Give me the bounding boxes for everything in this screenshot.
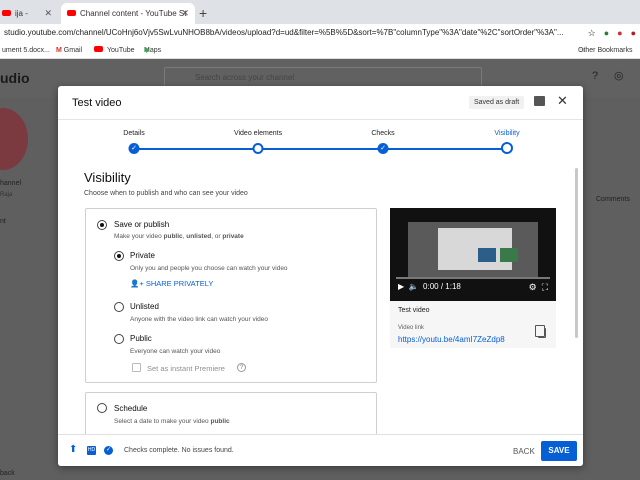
video-controls: ▶ 🔈 0:00 / 1:18 xyxy=(398,282,461,291)
step-check-icon[interactable]: ✓ xyxy=(377,143,389,154)
bookmarks-bar: ument 5.docx... M Gmail YouTube ◆ Maps ▭… xyxy=(0,42,640,59)
extension-icon[interactable]: ● xyxy=(604,28,609,38)
save-publish-radio[interactable] xyxy=(97,220,107,230)
save-or-publish-card: Save or publish Make your video public, … xyxy=(85,208,377,383)
upload-icon[interactable]: ⬆ xyxy=(69,444,78,455)
fullscreen-icon[interactable]: ⛶ xyxy=(542,282,548,292)
private-radio[interactable] xyxy=(114,251,124,261)
close-tab-icon[interactable]: ✕ xyxy=(44,3,52,24)
settings-icon[interactable]: ⚙ xyxy=(529,282,537,292)
channel-avatar xyxy=(0,108,28,170)
bookmark-gmail[interactable]: M Gmail xyxy=(56,42,82,59)
profile-icon[interactable]: ● xyxy=(631,28,636,38)
close-tab-icon[interactable]: ✕ xyxy=(181,3,189,24)
private-label[interactable]: Private xyxy=(130,251,155,260)
extension-icon-red[interactable]: ● xyxy=(617,28,622,38)
visibility-heading: Visibility xyxy=(84,170,131,185)
feedback-icon[interactable] xyxy=(534,96,545,106)
url-text[interactable]: studio.youtube.com/channel/UCoHnj6oVjv5S… xyxy=(4,24,574,42)
volume-icon[interactable]: 🔈 xyxy=(409,282,419,291)
checks-complete-icon[interactable]: ✓ xyxy=(104,446,113,455)
copy-icon[interactable] xyxy=(535,325,546,338)
saved-draft-badge: Saved as draft xyxy=(469,96,525,109)
scrollbar[interactable] xyxy=(575,168,578,338)
step-check-icon[interactable]: ✓ xyxy=(128,143,140,154)
public-label[interactable]: Public xyxy=(130,334,152,343)
bookmark-other[interactable]: ▭ Other Bookmarks xyxy=(578,42,632,59)
video-time: 0:00 / 1:18 xyxy=(423,282,461,291)
unlisted-desc: Anyone with the video link can watch you… xyxy=(130,316,269,323)
checks-status: Checks complete. No issues found. xyxy=(124,447,234,454)
back-link: back xyxy=(0,470,15,477)
address-bar[interactable]: studio.youtube.com/channel/UCoHnj6oVjv5S… xyxy=(0,24,640,42)
video-link-label: Video link xyxy=(398,325,424,331)
channel-sub: Raja xyxy=(0,192,13,198)
help-icon: ? xyxy=(592,70,599,82)
sidebar-fragment: nt xyxy=(0,218,6,225)
instant-premiere-checkbox[interactable] xyxy=(132,363,141,372)
step-empty-icon[interactable] xyxy=(252,143,264,154)
play-icon[interactable]: ▶ xyxy=(398,282,404,291)
search-placeholder: Search across your channel xyxy=(195,73,295,82)
unlisted-radio[interactable] xyxy=(114,302,124,312)
star-icon[interactable]: ☆ xyxy=(588,28,596,39)
video-link[interactable]: https://youtu.be/4amI7ZeZdp8 xyxy=(398,335,505,344)
new-tab-icon[interactable]: + xyxy=(199,3,207,23)
save-publish-label[interactable]: Save or publish xyxy=(114,220,169,229)
unlisted-label[interactable]: Unlisted xyxy=(130,302,159,311)
account-icon: ◎ xyxy=(614,70,624,82)
comments-column: Comments xyxy=(596,196,630,203)
schedule-radio[interactable] xyxy=(97,403,107,413)
schedule-label[interactable]: Schedule xyxy=(114,404,147,413)
share-privately-button[interactable]: 👤+ SHARE PRIVATELY xyxy=(130,279,213,288)
youtube-favicon-icon xyxy=(2,9,11,16)
hd-icon[interactable]: HD xyxy=(87,446,96,455)
dialog-title: Test video xyxy=(72,97,122,109)
stepper-line xyxy=(134,148,509,150)
channel-label: hannel xyxy=(0,180,22,187)
public-radio[interactable] xyxy=(114,334,124,344)
schedule-desc: Select a date to make your video public xyxy=(114,418,230,425)
video-thumbnail xyxy=(408,222,538,278)
divider xyxy=(58,119,583,120)
step-visibility[interactable]: Visibility xyxy=(494,130,519,137)
step-details[interactable]: Details xyxy=(123,130,144,137)
tab-label: Channel content - YouTube St xyxy=(80,9,187,18)
schedule-card: Schedule Select a date to make your vide… xyxy=(85,392,377,436)
video-progress-bar[interactable] xyxy=(396,277,550,279)
studio-logo: udio xyxy=(0,70,30,86)
back-button[interactable]: BACK xyxy=(513,447,535,456)
browser-tab-channel-content[interactable]: Channel content - YouTube St ✕ xyxy=(61,3,195,24)
bookmark-youtube[interactable]: YouTube xyxy=(94,42,135,59)
private-desc: Only you and people you choose can watch… xyxy=(130,265,288,272)
visibility-subheading: Choose when to publish and who can see y… xyxy=(84,190,248,197)
video-preview-panel: ▶ 🔈 0:00 / 1:18 ⚙ ⛶ Test video Video lin… xyxy=(390,208,556,348)
add-person-icon: 👤+ xyxy=(130,279,144,288)
browser-tab-bar: ija - YouTube ✕ Channel content - YouTub… xyxy=(0,0,640,39)
preview-title: Test video xyxy=(398,307,430,314)
browser-tab-youtube[interactable]: ija - YouTube ✕ xyxy=(0,3,58,39)
instant-premiere-label[interactable]: Set as instant Premiere xyxy=(147,364,225,373)
save-button[interactable]: SAVE xyxy=(541,441,577,461)
step-current-icon[interactable] xyxy=(501,142,513,154)
close-icon[interactable]: ✕ xyxy=(557,93,568,109)
video-player[interactable]: ▶ 🔈 0:00 / 1:18 ⚙ ⛶ xyxy=(390,208,556,301)
bookmark-maps[interactable]: ◆ Maps xyxy=(144,42,161,59)
bookmark-document[interactable]: ument 5.docx... xyxy=(2,42,50,59)
step-video-elements[interactable]: Video elements xyxy=(234,130,282,137)
dialog-footer: ⬆ HD ✓ Checks complete. No issues found.… xyxy=(58,434,583,466)
upload-dialog: Test video Saved as draft ✕ Details Vide… xyxy=(58,86,583,466)
youtube-favicon-icon xyxy=(67,9,76,16)
public-desc: Everyone can watch your video xyxy=(130,348,221,355)
help-icon[interactable]: ? xyxy=(237,363,246,372)
step-checks[interactable]: Checks xyxy=(371,130,394,137)
save-publish-desc: Make your video public, unlisted, or pri… xyxy=(114,233,244,240)
